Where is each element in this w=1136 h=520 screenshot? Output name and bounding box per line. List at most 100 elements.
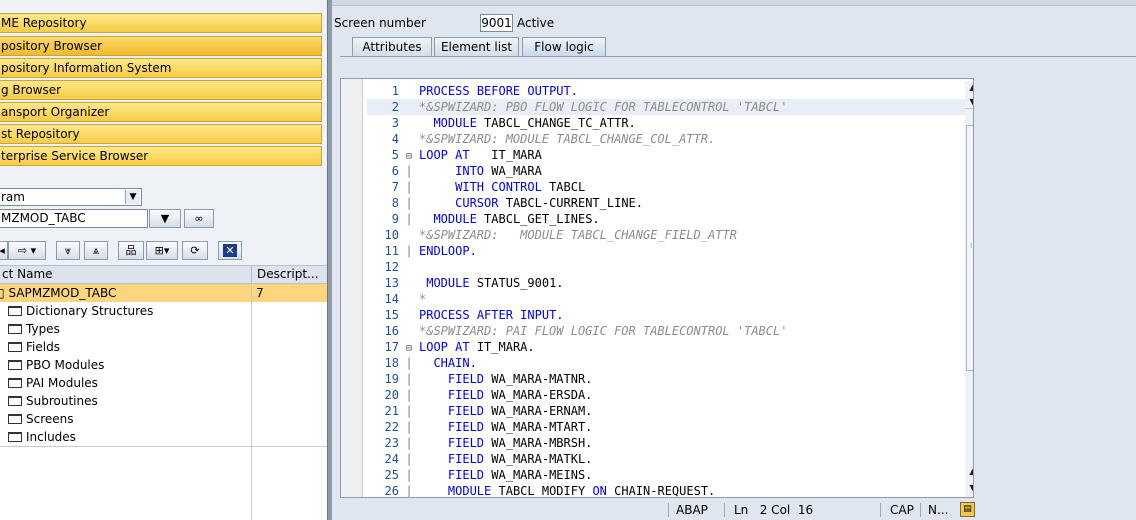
settings-button[interactable]: ⊞▾	[146, 241, 178, 260]
line-number: 11	[384, 244, 399, 258]
tree-item-screens[interactable]: Screens	[0, 410, 327, 428]
code-line[interactable]: 10 *&SPWIZARD: MODULE TABCL_CHANGE_FIELD…	[367, 227, 967, 243]
tab-element-list[interactable]: Element list	[434, 37, 519, 57]
code-line[interactable]: 22 │ FIELD WA_MARA-MTART.	[367, 419, 967, 435]
code-line[interactable]: 17 ⊟ LOOP AT IT_MARA.	[367, 339, 967, 355]
vertical-scrollbar[interactable]: ▲ ▼ ⁞⁞ ▲ ▼	[965, 81, 973, 497]
tree-item-pai-modules[interactable]: PAI Modules	[0, 374, 327, 392]
scroll-top-down-icon[interactable]: ▼	[965, 95, 973, 109]
folder-icon	[8, 306, 22, 316]
code-line[interactable]: 5 ⊟ LOOP AT IT_MARA	[367, 147, 967, 163]
scrollbar-thumb[interactable]: ⁞⁞	[966, 125, 973, 371]
tree-root-row[interactable]: ▯ SAPMZMOD_TABC 7	[0, 284, 327, 302]
tree-item-pbo-modules[interactable]: PBO Modules	[0, 356, 327, 374]
nav-tag-browser[interactable]: g Browser	[0, 80, 322, 100]
code-line[interactable]: 20 │ FIELD WA_MARA-ERSDA.	[367, 387, 967, 403]
close-button[interactable]: ✕	[218, 241, 242, 260]
object-name-input[interactable]: MZMOD_TABC	[0, 209, 148, 228]
code-line[interactable]: 12	[367, 259, 967, 275]
code-text: ENDLOOP.	[419, 244, 477, 258]
program-icon: ▯	[0, 286, 5, 300]
code-line[interactable]: 15 PROCESS AFTER INPUT.	[367, 307, 967, 323]
display-button[interactable]: ∞	[184, 209, 214, 228]
code-line[interactable]: 8 │ CURSOR TABCL-CURRENT_LINE.	[367, 195, 967, 211]
nav-repository-browser[interactable]: pository Browser	[0, 36, 322, 56]
line-number: 9	[391, 212, 399, 226]
status-language: ABAP	[676, 503, 708, 517]
nav-enterprise-service-browser[interactable]: terprise Service Browser	[0, 146, 322, 166]
arrow-right-icon: ⇨ ▾	[17, 244, 37, 257]
line-number: 26	[384, 484, 399, 498]
tree-item-types[interactable]: Types	[0, 320, 327, 338]
code-text: CHAIN.	[433, 356, 477, 370]
code-line[interactable]: 4 *&SPWIZARD: MODULE TABCL_CHANGE_COL_AT…	[367, 131, 967, 147]
tree-header: ct Name Descript...	[0, 265, 327, 284]
folder-icon	[8, 324, 22, 334]
object-type-select[interactable]: ram ▼	[0, 188, 142, 206]
nav-test-repository[interactable]: st Repository	[0, 124, 322, 144]
folder-icon	[8, 378, 22, 388]
code-line[interactable]: 21 │ FIELD WA_MARA-ERNAM.	[367, 403, 967, 419]
line-number: 7	[391, 180, 399, 194]
code-line[interactable]: 24 │ FIELD WA_MARA-MATKL.	[367, 451, 967, 467]
dropdown-button[interactable]: ▼	[149, 209, 181, 228]
tree-root-desc: 7	[256, 286, 264, 300]
expand-button[interactable]: ⩔	[56, 241, 80, 260]
scroll-down-icon[interactable]: ▼	[965, 481, 973, 495]
notepad-icon[interactable]: ▤	[960, 502, 975, 517]
forward-button[interactable]: ⇨ ▾	[8, 241, 46, 260]
code-line[interactable]: 9 │ MODULE TABCL_GET_LINES.	[367, 211, 967, 227]
nav-transport-organizer[interactable]: ansport Organizer	[0, 102, 322, 122]
chevron-down-icon[interactable]: ▼	[125, 190, 140, 204]
tree-header-name[interactable]: ct Name	[0, 266, 252, 283]
code-text: FIELD WA_MARA-MATNR.	[447, 372, 593, 386]
code-line[interactable]: 3 MODULE TABCL_CHANGE_TC_ATTR.	[367, 115, 967, 131]
tree-item-fields[interactable]: Fields	[0, 338, 327, 356]
collapse-icon: ⩓	[92, 244, 100, 257]
code-line[interactable]: 7 │ WITH CONTROL TABCL	[367, 179, 967, 195]
code-editor[interactable]: 1 PROCESS BEFORE OUTPUT. 2 *&SPWIZARD: PB…	[340, 78, 974, 498]
code-line[interactable]: 1 PROCESS BEFORE OUTPUT.	[367, 83, 967, 99]
line-number: 18	[384, 356, 399, 370]
expand-icon: ⩔	[64, 244, 72, 257]
line-number: 13	[384, 276, 399, 290]
line-number: 1	[391, 84, 399, 98]
glasses-icon: ∞	[194, 212, 204, 225]
status-cursor-position: Ln 2 Col 16	[734, 503, 814, 517]
code-line[interactable]: 25 │ FIELD WA_MARA-MEINS.	[367, 467, 967, 483]
tab-attributes[interactable]: Attributes	[352, 37, 432, 57]
code-line[interactable]: 16 *&SPWIZARD: PAI FLOW LOGIC FOR TABLEC…	[367, 323, 967, 339]
tree-header-description[interactable]: Descript...	[253, 266, 327, 283]
collapse-button[interactable]: ⩓	[84, 241, 108, 260]
code-line[interactable]: 11 │ ENDLOOP.	[367, 243, 967, 259]
line-number: 2	[391, 100, 399, 114]
code-line[interactable]: 2 *&SPWIZARD: PBO FLOW LOGIC FOR TABLECO…	[367, 99, 967, 115]
back-button[interactable]: ◂	[0, 241, 8, 260]
code-line[interactable]: 18 │ CHAIN.	[367, 355, 967, 371]
object-type-value: ram	[1, 190, 25, 204]
nav-mime-repository[interactable]: ME Repository	[0, 13, 322, 33]
code-text: FIELD WA_MARA-MBRSH.	[447, 436, 593, 450]
code-text: *&SPWIZARD: PBO FLOW LOGIC FOR TABLECONT…	[419, 100, 788, 114]
refresh-button[interactable]: ⟳	[182, 241, 208, 260]
hierarchy-button[interactable]: 品	[118, 241, 144, 260]
scroll-up-icon[interactable]: ▲	[965, 465, 973, 479]
code-line[interactable]: 23 │ FIELD WA_MARA-MBRSH.	[367, 435, 967, 451]
code-line[interactable]: 14 *	[367, 291, 967, 307]
code-line[interactable]: 26 │ MODULE TABCL_MODIFY ON CHAIN-REQUEST…	[367, 483, 967, 498]
tab-flow-logic[interactable]: Flow logic	[522, 37, 606, 57]
screen-number-field[interactable]: 9001	[480, 14, 513, 32]
line-number: 16	[384, 324, 399, 338]
tree-item-subroutines[interactable]: Subroutines	[0, 392, 327, 410]
code-line[interactable]: 19 │ FIELD WA_MARA-MATNR.	[367, 371, 967, 387]
nav-repository-info-system[interactable]: pository Information System	[0, 58, 322, 78]
code-text: INTO WA_MARA	[455, 164, 542, 178]
tree-item-includes[interactable]: Includes	[0, 428, 327, 446]
tree-item-dictionary-structures[interactable]: Dictionary Structures	[0, 302, 327, 320]
scroll-top-icon[interactable]: ▲	[965, 81, 973, 95]
code-line[interactable]: 6 │ INTO WA_MARA	[367, 163, 967, 179]
line-number: 20	[384, 388, 399, 402]
line-number: 21	[384, 404, 399, 418]
code-line[interactable]: 13 MODULE STATUS_9001.	[367, 275, 967, 291]
folder-icon	[8, 414, 22, 424]
